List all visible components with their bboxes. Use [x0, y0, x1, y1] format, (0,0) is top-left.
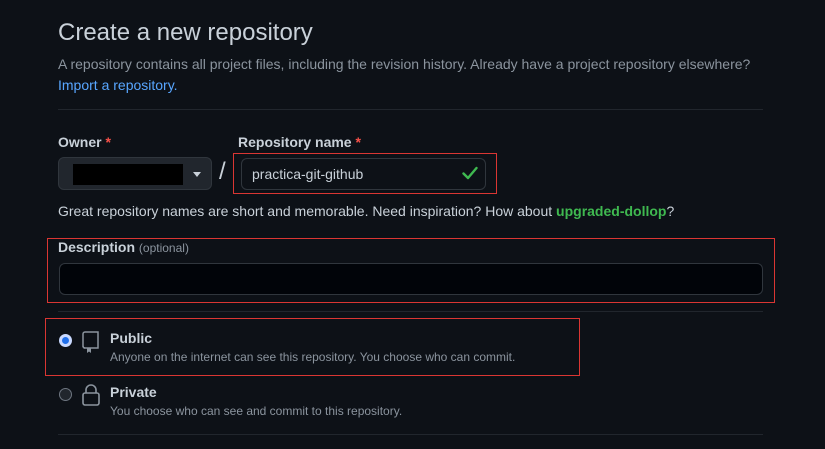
new-repository-page: Create a new repository A repository con…	[0, 0, 825, 449]
owner-label-text: Owner	[58, 134, 102, 150]
owner-label: Owner *	[58, 134, 111, 150]
repo-name-highlight	[233, 153, 497, 194]
name-hint: Great repository names are short and mem…	[58, 203, 674, 219]
description-highlight	[47, 238, 775, 303]
owner-value-redacted	[73, 164, 183, 185]
import-repository-link[interactable]: Import a repository.	[58, 77, 178, 93]
hint-text: Great repository names are short and mem…	[58, 203, 557, 219]
required-mark: *	[355, 134, 361, 150]
owner-repo-separator: /	[219, 158, 226, 185]
public-highlight	[45, 318, 580, 376]
private-label: Private	[110, 384, 157, 400]
repo-name-label: Repository name *	[238, 134, 361, 150]
caret-down-icon	[193, 172, 201, 177]
repo-name-label-text: Repository name	[238, 134, 352, 150]
lock-icon	[82, 384, 100, 406]
required-mark: *	[105, 134, 111, 150]
subtitle-text: A repository contains all project files,…	[58, 56, 751, 72]
private-radio[interactable]	[59, 388, 72, 401]
divider	[58, 311, 763, 312]
page-subtitle: A repository contains all project files,…	[58, 54, 798, 96]
name-suggestion[interactable]: upgraded-dollop	[556, 203, 666, 219]
owner-dropdown[interactable]	[58, 157, 212, 190]
private-description: You choose who can see and commit to thi…	[110, 404, 403, 418]
hint-suffix: ?	[666, 203, 675, 219]
divider	[58, 434, 763, 435]
divider	[58, 109, 763, 110]
page-title: Create a new repository	[58, 19, 313, 46]
